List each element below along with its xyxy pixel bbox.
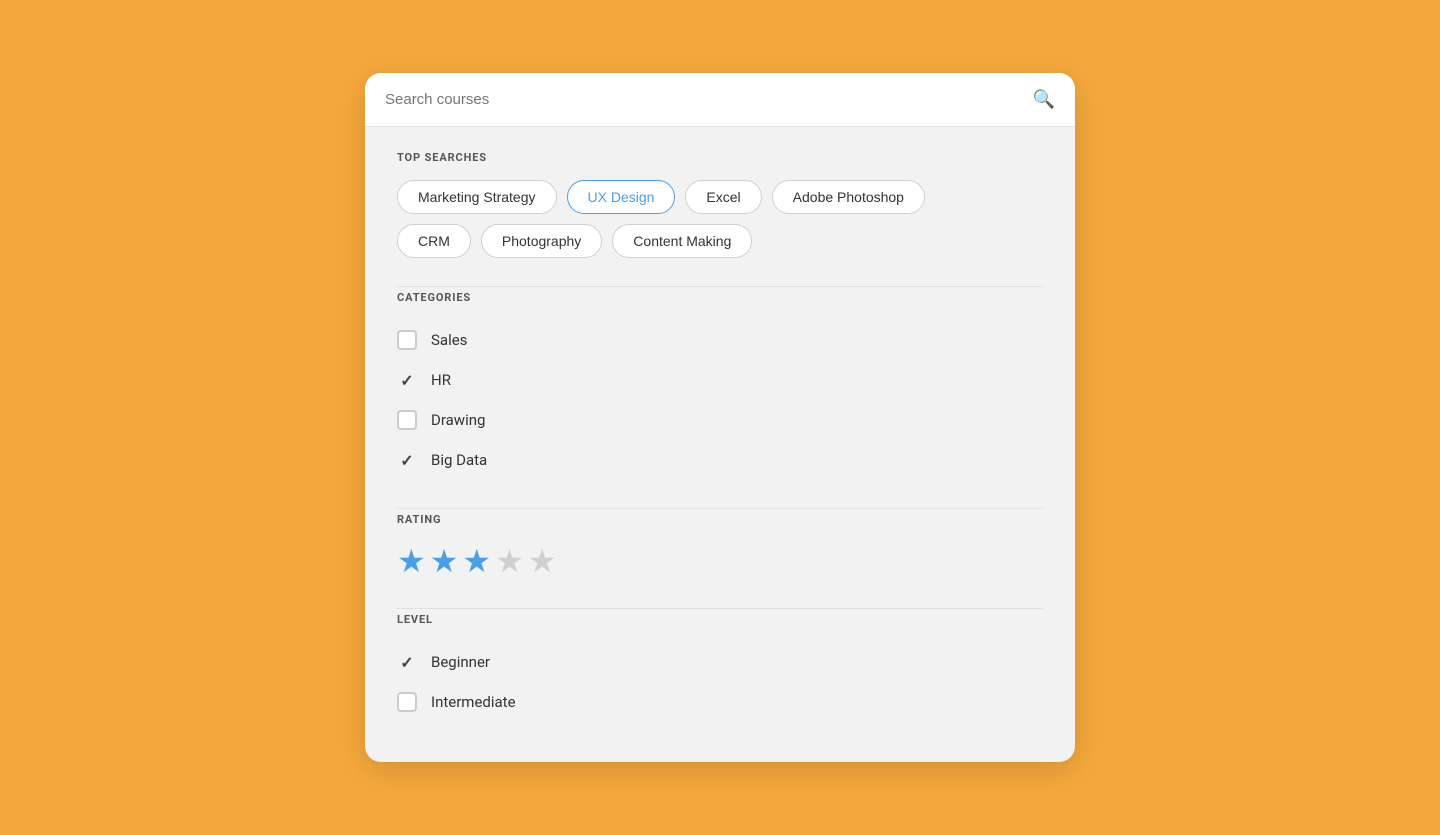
tag-excel[interactable]: Excel [685, 180, 761, 214]
checkbox-sales[interactable] [397, 330, 417, 350]
search-icon: 🔍 [1033, 89, 1055, 110]
level-beginner[interactable]: ✓ Beginner [397, 642, 1043, 682]
tag-content-making[interactable]: Content Making [612, 224, 752, 258]
search-panel: 🔍 TOP SEARCHES Marketing Strategy UX Des… [365, 73, 1075, 762]
tag-marketing-strategy[interactable]: Marketing Strategy [397, 180, 557, 214]
panel-content: TOP SEARCHES Marketing Strategy UX Desig… [365, 127, 1075, 762]
tags-row-2: CRM Photography Content Making [397, 224, 1043, 258]
category-drawing[interactable]: Drawing [397, 400, 1043, 440]
checkbox-hr[interactable]: ✓ [397, 370, 417, 390]
category-hr-label: HR [431, 371, 451, 389]
tag-photography[interactable]: Photography [481, 224, 602, 258]
search-bar: 🔍 [365, 73, 1075, 127]
checkbox-bigdata[interactable]: ✓ [397, 450, 417, 470]
category-bigdata[interactable]: ✓ Big Data [397, 440, 1043, 480]
level-section: LEVEL ✓ Beginner Intermediate [397, 613, 1043, 722]
tag-ux-design[interactable]: UX Design [567, 180, 676, 214]
star-1[interactable]: ★ [397, 542, 426, 580]
top-searches-section: TOP SEARCHES Marketing Strategy UX Desig… [397, 151, 1043, 258]
category-sales[interactable]: Sales [397, 320, 1043, 360]
category-bigdata-label: Big Data [431, 451, 487, 469]
divider-3 [397, 608, 1043, 609]
top-searches-title: TOP SEARCHES [397, 151, 1043, 164]
star-4[interactable]: ★ [495, 542, 524, 580]
tag-adobe-photoshop[interactable]: Adobe Photoshop [772, 180, 925, 214]
checkbox-intermediate[interactable] [397, 692, 417, 712]
tag-crm[interactable]: CRM [397, 224, 471, 258]
star-3[interactable]: ★ [462, 542, 491, 580]
level-intermediate[interactable]: Intermediate [397, 682, 1043, 722]
divider-2 [397, 508, 1043, 509]
search-input[interactable] [385, 91, 1033, 108]
checkmark-hr: ✓ [400, 371, 413, 390]
level-beginner-label: Beginner [431, 653, 490, 671]
checkmark-beginner: ✓ [400, 653, 413, 672]
checkbox-beginner[interactable]: ✓ [397, 652, 417, 672]
rating-title: RATING [397, 513, 1043, 526]
rating-section: RATING ★ ★ ★ ★ ★ [397, 513, 1043, 580]
level-title: LEVEL [397, 613, 1043, 626]
categories-title: CATEGORIES [397, 291, 1043, 304]
divider-1 [397, 286, 1043, 287]
level-intermediate-label: Intermediate [431, 693, 516, 711]
category-drawing-label: Drawing [431, 411, 485, 429]
category-sales-label: Sales [431, 331, 467, 349]
categories-section: CATEGORIES Sales ✓ HR Drawing ✓ Big Data [397, 291, 1043, 480]
stars-container: ★ ★ ★ ★ ★ [397, 542, 1043, 580]
checkbox-drawing[interactable] [397, 410, 417, 430]
star-5[interactable]: ★ [528, 542, 557, 580]
checkmark-bigdata: ✓ [400, 451, 413, 470]
star-2[interactable]: ★ [430, 542, 459, 580]
tags-row-1: Marketing Strategy UX Design Excel Adobe… [397, 180, 1043, 214]
category-hr[interactable]: ✓ HR [397, 360, 1043, 400]
